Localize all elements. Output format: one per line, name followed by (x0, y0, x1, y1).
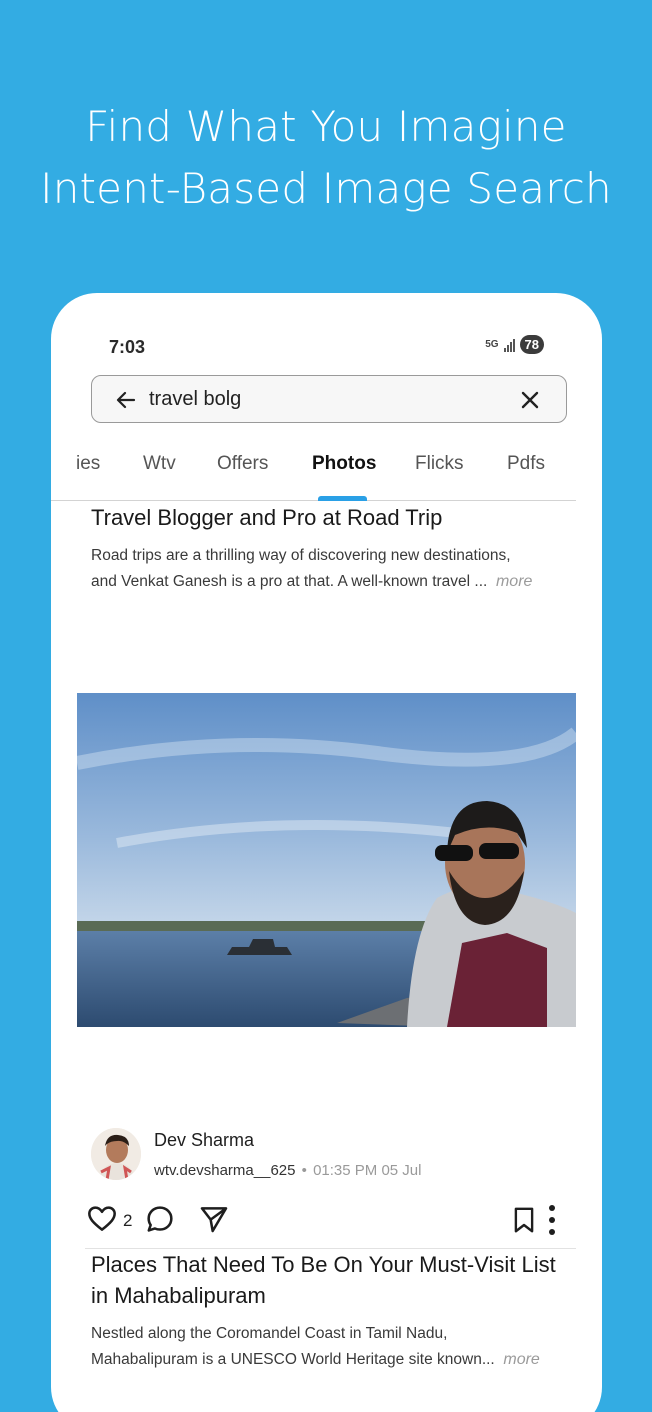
category-tabs: ies Wtv Offers Photos Flicks Pdfs (51, 443, 576, 501)
post-excerpt-line-2: and Venkat Ganesh is a pro at that. A we… (91, 573, 488, 590)
tab-pdfs[interactable]: Pdfs (507, 453, 545, 475)
avatar[interactable] (91, 1128, 141, 1180)
search-input[interactable]: travel bolg (149, 388, 241, 411)
tab-stories[interactable]: ies (76, 453, 100, 475)
status-icons: 5G 78 (485, 335, 544, 354)
close-icon[interactable] (518, 388, 542, 412)
signal-bars-icon (503, 338, 515, 352)
more-link[interactable]: more (503, 1351, 539, 1368)
tab-photos[interactable]: Photos (312, 453, 376, 475)
send-icon[interactable] (197, 1203, 231, 1235)
search-bar[interactable]: travel bolg (91, 375, 567, 423)
heart-icon[interactable] (85, 1203, 119, 1235)
tab-offers[interactable]: Offers (217, 453, 268, 475)
more-link[interactable]: more (496, 573, 532, 590)
post-photo[interactable] (77, 693, 576, 1027)
active-tab-indicator (318, 496, 367, 501)
network-5g-icon: 5G (485, 339, 499, 350)
post-title-line-2: in Mahabalipuram (91, 1283, 266, 1308)
status-bar: 7:03 5G 78 (51, 333, 602, 363)
tab-wtv[interactable]: Wtv (143, 453, 176, 475)
travel-photo-image (77, 693, 576, 1027)
post-excerpt: Road trips are a thrilling way of discov… (91, 543, 561, 595)
post-excerpt-line-1: Road trips are a thrilling way of discov… (91, 547, 511, 564)
hero-line-1: Find What You Imagine (85, 102, 567, 151)
author-meta: wtv.devsharma__625 • 01:35 PM 05 Jul (154, 1162, 421, 1179)
post-card-bottom[interactable]: Places That Need To Be On Your Must-Visi… (91, 1249, 561, 1373)
post-title[interactable]: Travel Blogger and Pro at Road Trip (91, 503, 561, 533)
back-arrow-icon[interactable] (114, 388, 138, 412)
bookmark-icon[interactable] (509, 1203, 539, 1237)
post-excerpt-line-2: Mahabalipuram is a UNESCO World Heritage… (91, 1351, 495, 1368)
author-handle[interactable]: wtv.devsharma__625 (154, 1162, 295, 1179)
post-timestamp: 01:35 PM 05 Jul (313, 1162, 422, 1179)
post-actions: 2 (85, 1203, 571, 1239)
post-excerpt-line-1: Nestled along the Coromandel Coast in Ta… (91, 1325, 448, 1342)
hero-line-2: Intent-Based Image Search (40, 164, 612, 213)
phone-screen: 7:03 5G 78 travel bolg ies Wtv Offers Ph… (51, 293, 602, 1412)
meta-separator: • (301, 1162, 307, 1179)
status-time: 7:03 (109, 337, 146, 357)
author-name[interactable]: Dev Sharma (154, 1130, 254, 1151)
post-card-top[interactable]: Travel Blogger and Pro at Road Trip Road… (91, 503, 561, 595)
post-title[interactable]: Places That Need To Be On Your Must-Visi… (91, 1249, 561, 1311)
tab-flicks[interactable]: Flicks (415, 453, 464, 475)
post-excerpt: Nestled along the Coromandel Coast in Ta… (91, 1321, 561, 1373)
post-author[interactable]: Dev Sharma wtv.devsharma__625 • 01:35 PM… (91, 1128, 571, 1188)
battery-indicator: 78 (519, 335, 544, 354)
hero-heading: Find What You Imagine Intent-Based Image… (0, 96, 652, 220)
like-count: 2 (123, 1211, 133, 1230)
post-title-line-1: Places That Need To Be On Your Must-Visi… (91, 1252, 556, 1277)
more-options-icon[interactable] (547, 1203, 557, 1237)
comment-icon[interactable] (143, 1203, 177, 1235)
